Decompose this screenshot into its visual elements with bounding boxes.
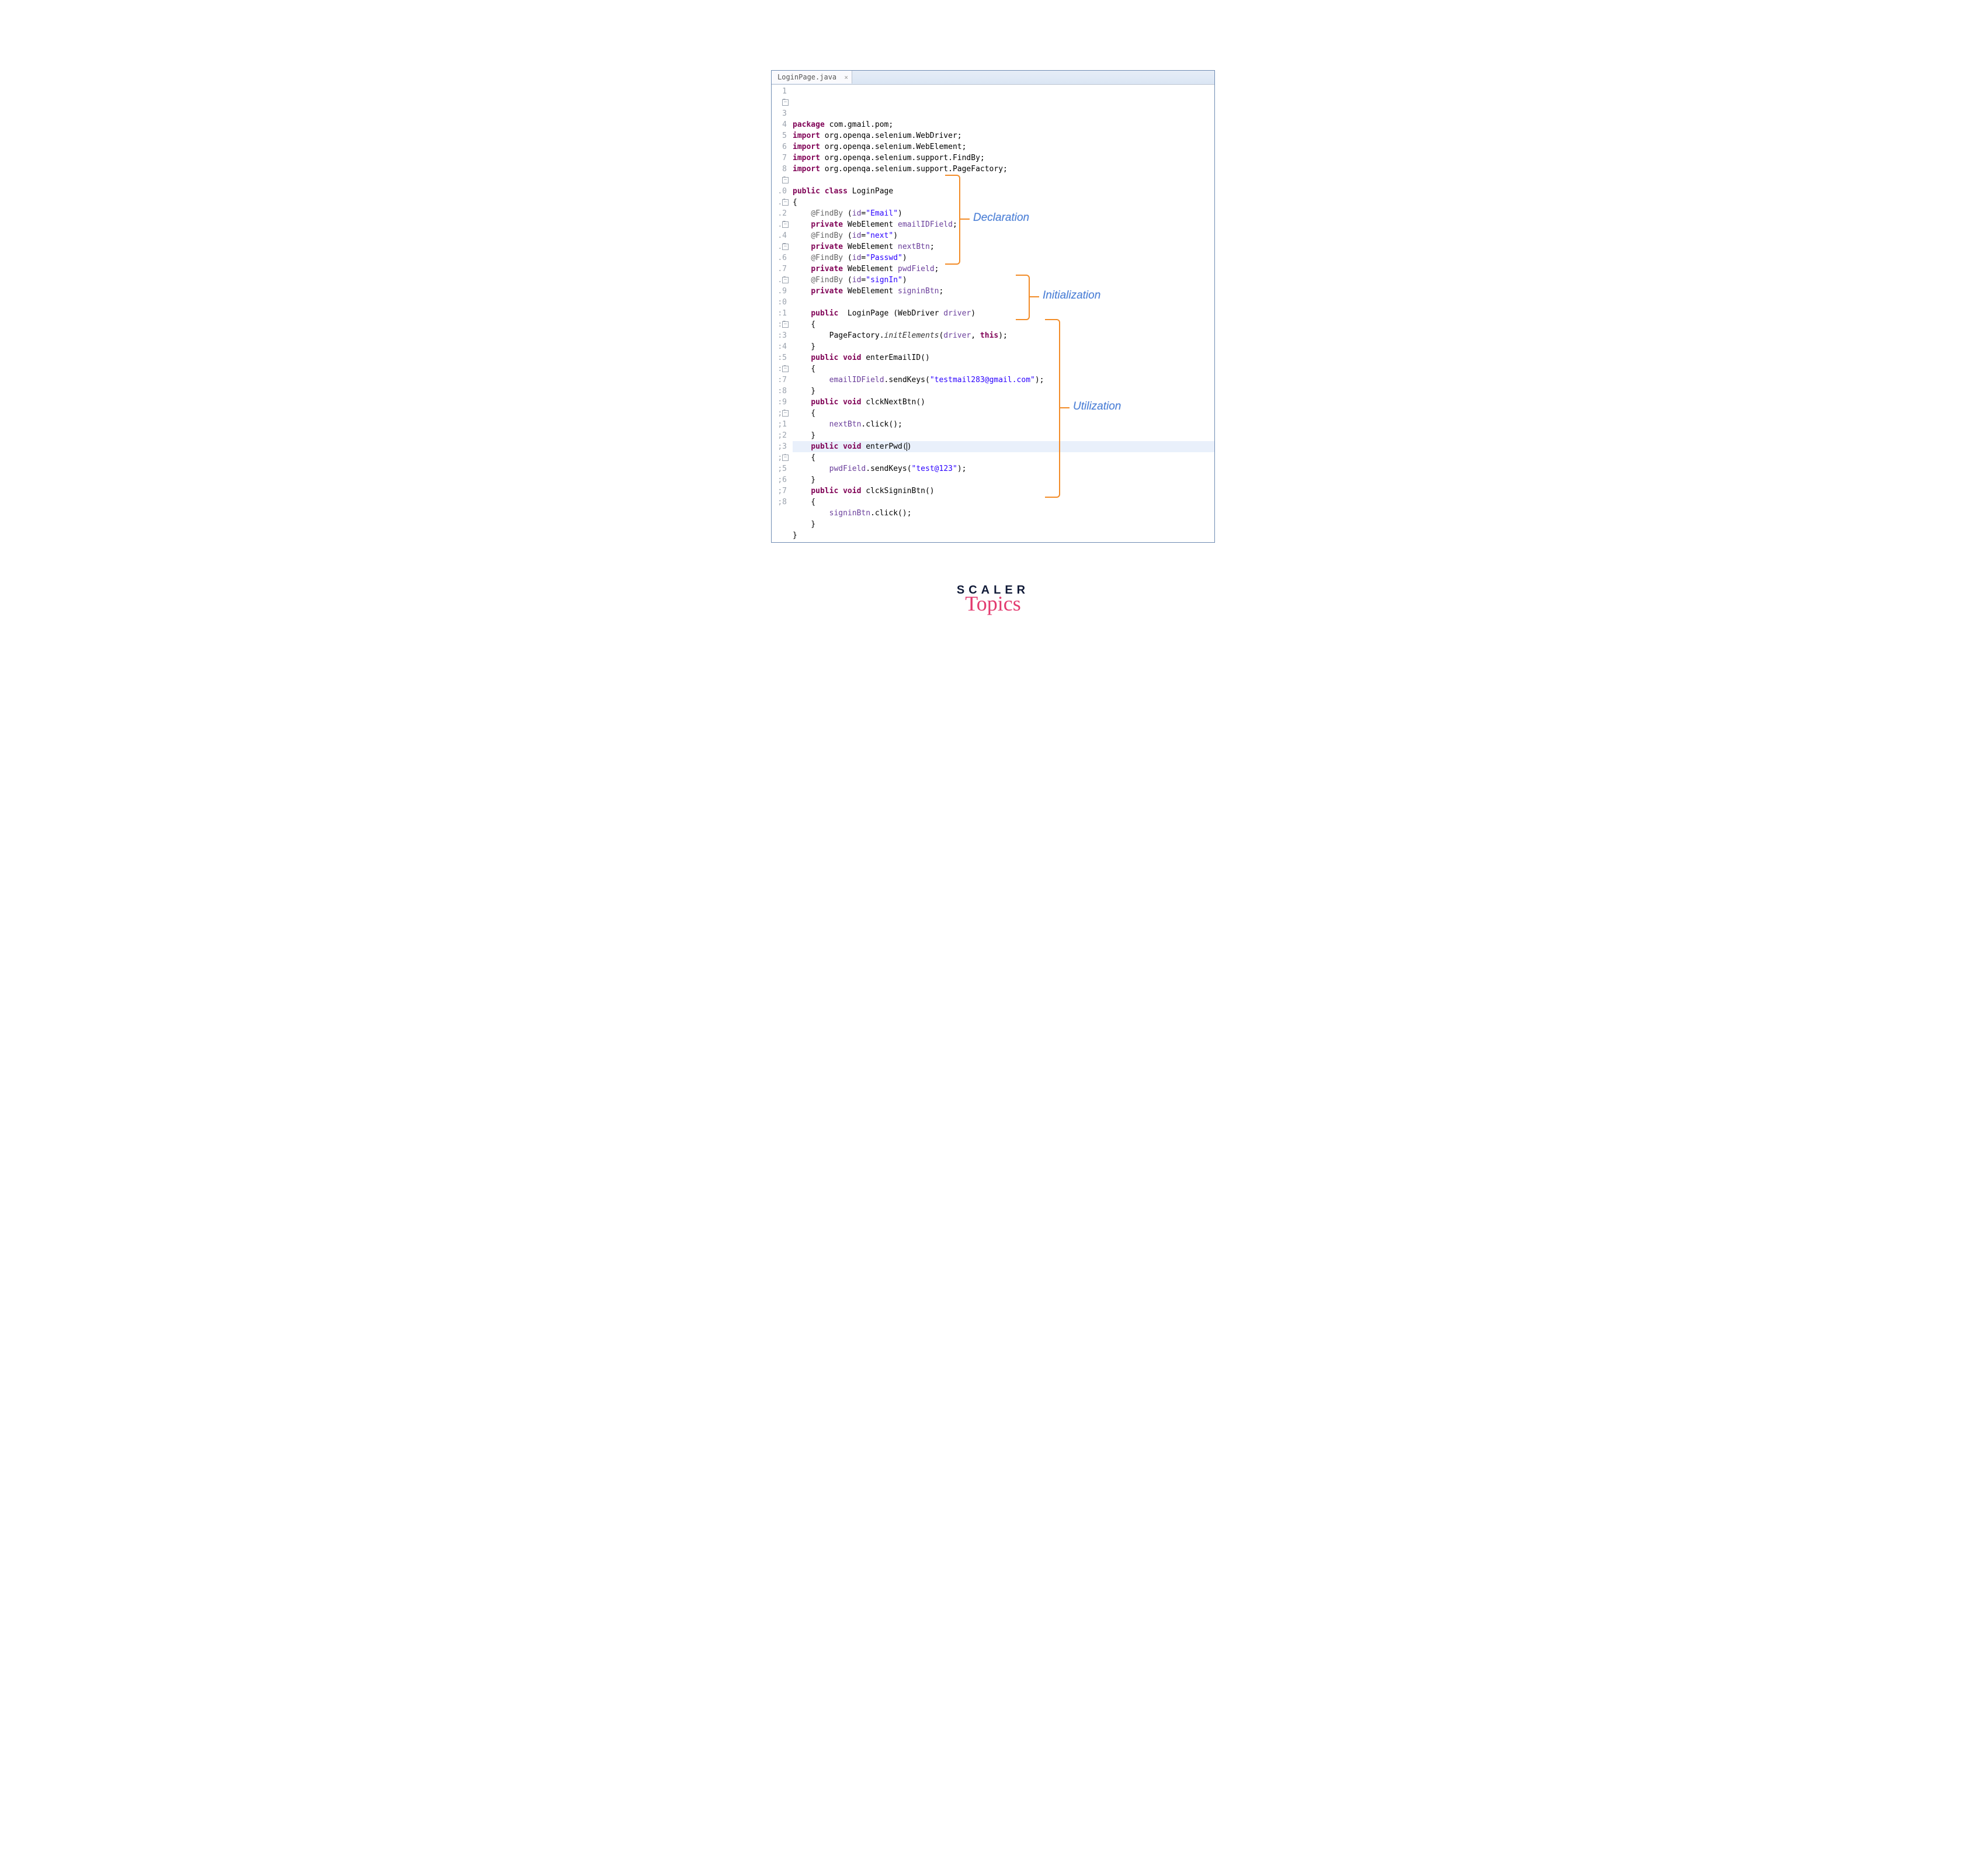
close-icon[interactable]: ⨯ bbox=[844, 74, 847, 81]
line-number: 5 bbox=[772, 130, 787, 141]
code-line[interactable]: PageFactory.initElements(driver, this); bbox=[793, 330, 1214, 341]
fold-toggle-icon[interactable]: − bbox=[782, 455, 789, 461]
code-line[interactable]: @FindBy (id="Email") bbox=[793, 208, 1214, 219]
line-number: ;1 bbox=[772, 419, 787, 430]
fold-toggle-icon[interactable]: − bbox=[782, 221, 789, 228]
code-line[interactable]: public LoginPage (WebDriver driver) bbox=[793, 308, 1214, 319]
line-number: :0 bbox=[772, 297, 787, 308]
line-number: .9 bbox=[772, 286, 787, 297]
code-content[interactable]: DeclarationInitializationUtilization pac… bbox=[789, 85, 1214, 542]
code-line[interactable]: public void enterEmailID() bbox=[793, 352, 1214, 363]
code-line[interactable]: pwdField.sendKeys("test@123"); bbox=[793, 463, 1214, 474]
code-line[interactable]: } bbox=[793, 519, 1214, 530]
code-line[interactable]: { bbox=[793, 452, 1214, 463]
line-number: ;0− bbox=[772, 408, 787, 419]
line-number: :5 bbox=[772, 352, 787, 363]
code-line[interactable]: @FindBy (id="next") bbox=[793, 230, 1214, 241]
code-line[interactable] bbox=[793, 297, 1214, 308]
line-number: 1 bbox=[772, 86, 787, 97]
code-line[interactable]: public void enterPwd() bbox=[793, 441, 1214, 452]
editor-tab-label: LoginPage.java bbox=[777, 73, 836, 81]
line-number: ;2 bbox=[772, 430, 787, 441]
line-number: .1− bbox=[772, 197, 787, 208]
code-line[interactable]: { bbox=[793, 408, 1214, 419]
ide-frame: LoginPage.java ⨯ 12−3456789−.0.1−.2.3−.4… bbox=[771, 70, 1215, 543]
code-line[interactable]: import org.openqa.selenium.support.FindB… bbox=[793, 152, 1214, 164]
code-line[interactable]: } bbox=[793, 474, 1214, 486]
code-line[interactable]: { bbox=[793, 319, 1214, 330]
code-line[interactable]: } bbox=[793, 341, 1214, 352]
fold-toggle-icon[interactable]: − bbox=[782, 410, 789, 417]
line-number: 6 bbox=[772, 141, 787, 152]
line-number: :9 bbox=[772, 397, 787, 408]
code-line[interactable]: signinBtn.click(); bbox=[793, 508, 1214, 519]
code-line[interactable]: private WebElement nextBtn; bbox=[793, 241, 1214, 252]
brand-logo: SCALER Topics bbox=[935, 584, 1051, 616]
code-line[interactable]: { bbox=[793, 363, 1214, 374]
line-number: .2 bbox=[772, 208, 787, 219]
line-number: .0 bbox=[772, 186, 787, 197]
code-line[interactable]: @FindBy (id="Passwd") bbox=[793, 252, 1214, 263]
code-area: 12−3456789−.0.1−.2.3−.4.5−.6.7.8−.9:0:1:… bbox=[772, 85, 1214, 542]
code-line[interactable]: { bbox=[793, 497, 1214, 508]
line-number: :7 bbox=[772, 374, 787, 386]
line-number: .6 bbox=[772, 252, 787, 263]
line-number: :8 bbox=[772, 386, 787, 397]
line-number: :1 bbox=[772, 308, 787, 319]
line-number: ;6 bbox=[772, 474, 787, 486]
line-number: .8− bbox=[772, 275, 787, 286]
line-number: 7 bbox=[772, 152, 787, 164]
line-number: 2− bbox=[772, 97, 787, 108]
fold-toggle-icon[interactable]: − bbox=[782, 366, 789, 372]
code-line[interactable]: import org.openqa.selenium.support.PageF… bbox=[793, 164, 1214, 175]
code-line[interactable]: private WebElement signinBtn; bbox=[793, 286, 1214, 297]
code-line[interactable]: private WebElement pwdField; bbox=[793, 263, 1214, 275]
fold-toggle-icon[interactable]: − bbox=[782, 199, 789, 206]
line-number: :4 bbox=[772, 341, 787, 352]
line-number: :3 bbox=[772, 330, 787, 341]
line-number: 8 bbox=[772, 164, 787, 175]
fold-toggle-icon[interactable]: − bbox=[782, 177, 789, 183]
line-number: :6− bbox=[772, 363, 787, 374]
line-number-gutter: 12−3456789−.0.1−.2.3−.4.5−.6.7.8−.9:0:1:… bbox=[772, 85, 789, 542]
code-line[interactable]: package com.gmail.pom; bbox=[793, 119, 1214, 130]
line-number: 4 bbox=[772, 119, 787, 130]
code-line[interactable]: public void clckNextBtn() bbox=[793, 397, 1214, 408]
code-line[interactable]: private WebElement emailIDField; bbox=[793, 219, 1214, 230]
line-number: 9− bbox=[772, 175, 787, 186]
code-line[interactable]: emailIDField.sendKeys("testmail283@gmail… bbox=[793, 374, 1214, 386]
line-number: .5− bbox=[772, 241, 787, 252]
code-line[interactable]: public class LoginPage bbox=[793, 186, 1214, 197]
line-number: ;5 bbox=[772, 463, 787, 474]
brand-subtitle: Topics bbox=[935, 591, 1051, 616]
line-number: ;4− bbox=[772, 452, 787, 463]
code-line[interactable]: import org.openqa.selenium.WebElement; bbox=[793, 141, 1214, 152]
line-number: .3− bbox=[772, 219, 787, 230]
code-line[interactable]: } bbox=[793, 386, 1214, 397]
code-line[interactable]: { bbox=[793, 197, 1214, 208]
line-number: ;7 bbox=[772, 486, 787, 497]
code-line[interactable]: nextBtn.click(); bbox=[793, 419, 1214, 430]
fold-toggle-icon[interactable]: − bbox=[782, 244, 789, 250]
line-number: .4 bbox=[772, 230, 787, 241]
code-line[interactable]: public void clckSigninBtn() bbox=[793, 486, 1214, 497]
line-number: 3 bbox=[772, 108, 787, 119]
editor-tab[interactable]: LoginPage.java ⨯ bbox=[772, 71, 852, 84]
fold-toggle-icon[interactable]: − bbox=[782, 277, 789, 283]
fold-toggle-icon[interactable]: − bbox=[782, 321, 789, 328]
line-number: .7 bbox=[772, 263, 787, 275]
line-number: ;8 bbox=[772, 497, 787, 508]
editor-tab-bar: LoginPage.java ⨯ bbox=[772, 71, 1214, 85]
fold-toggle-icon[interactable]: − bbox=[782, 99, 789, 106]
code-line[interactable] bbox=[793, 175, 1214, 186]
line-number: :2− bbox=[772, 319, 787, 330]
code-line[interactable]: @FindBy (id="signIn") bbox=[793, 275, 1214, 286]
code-line[interactable]: } bbox=[793, 530, 1214, 541]
code-line[interactable]: } bbox=[793, 430, 1214, 441]
code-line[interactable]: import org.openqa.selenium.WebDriver; bbox=[793, 130, 1214, 141]
line-number: ;3 bbox=[772, 441, 787, 452]
